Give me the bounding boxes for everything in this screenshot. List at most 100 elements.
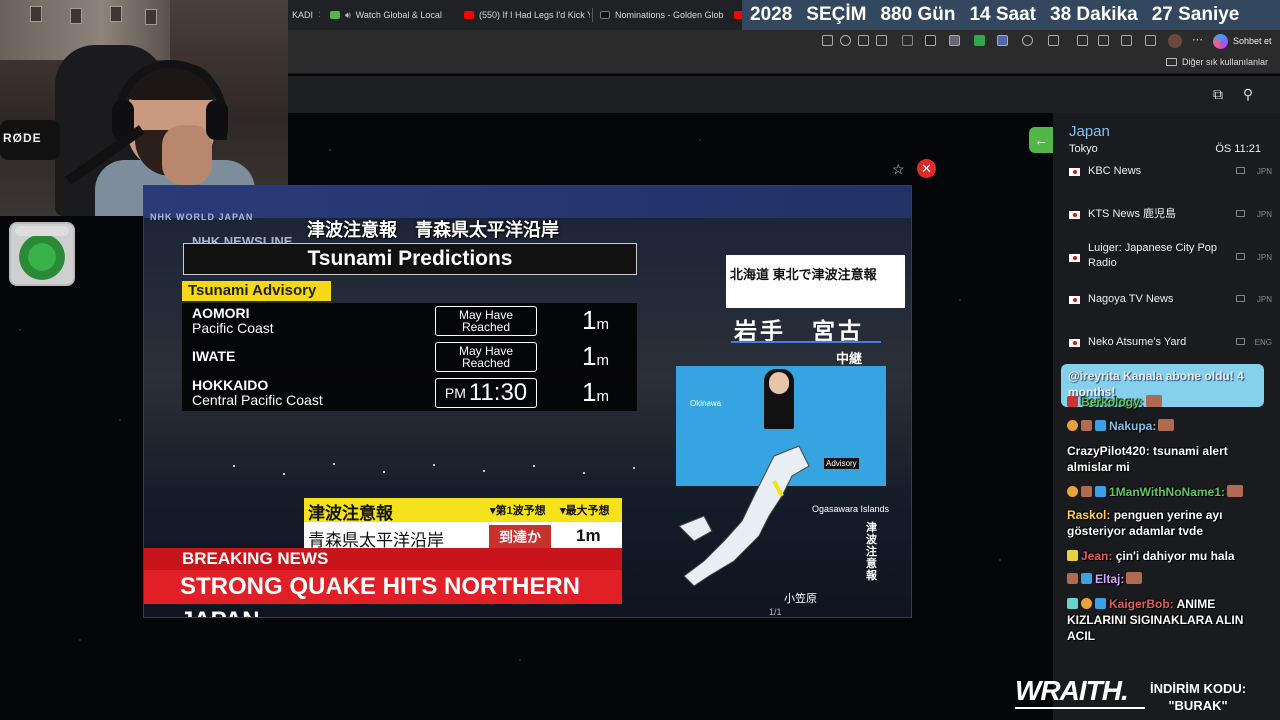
predictions-title: Tsunami Predictions [183,243,637,275]
speaker-icon[interactable]: 🔊︎ [345,10,351,21]
copilot-icon [1213,33,1228,49]
wraith-logo: WRAITH. [1015,675,1129,706]
badge-icon [1081,486,1092,497]
badge-icon [1067,486,1078,497]
badge-icon [1095,420,1106,431]
channel-item[interactable]: Luiger: Japanese City Pop Radio JPN [1053,241,1280,281]
height-value: 1 [582,341,597,371]
tab-favicon-icon [330,11,340,19]
copilot-label: Sohbet et [1233,36,1272,46]
search-icon[interactable]: ⚲ [1240,86,1256,102]
extension-icon[interactable] [974,35,985,46]
status-box: May Have Reached [435,306,537,336]
chat-user: Berkology: [1081,395,1144,409]
badge-icon [1081,420,1092,431]
badge-icon [1067,396,1078,407]
panel-country[interactable]: Japan [1069,123,1110,140]
region-label: IWATE [192,348,236,364]
heart-icon[interactable] [1121,35,1132,46]
cast-icon[interactable]: ⧉ [1210,86,1226,102]
ogasawara-jp-label: 小笠原 [784,593,817,605]
extension-icon[interactable] [902,35,913,46]
tv-icon [1236,338,1245,345]
okinawa-label: Okinawa [690,399,722,408]
jp-first-wave: ▾第1波予想 [490,505,546,517]
japan-flag-icon [1069,211,1080,219]
relay-label: 中継 [836,351,863,366]
chat-message: KaigerBob: ANIME KIZLARINI SIGINAKLARA A… [1067,596,1263,644]
prediction-row: HOKKAIDO Central Pacific Coast PM 11:30 1… [182,375,637,411]
height-value: 1 [582,377,597,407]
extension-icon[interactable] [949,35,960,46]
other-bookmarks[interactable]: Diğer sık kullanılanlar [1165,57,1268,67]
channel-name: Nagoya TV News [1088,293,1174,305]
favorites-icon[interactable] [1077,35,1088,46]
chat-user: CrazyPilot420: [1067,444,1150,458]
channel-item[interactable]: KBC News JPN [1053,163,1280,203]
arrival-time-box: PM 11:30 [435,378,537,408]
browser-toolbar: ⋯ Sohbet et [288,30,1280,52]
ogasawara-label: Ogasawara Islands [812,504,890,514]
time-value: 11:30 [468,379,528,406]
japan-flag-icon [1069,339,1080,347]
browser-tab[interactable]: (550) If I Had Legs I'd Kick Y ✕ [460,4,590,26]
tv-icon [1236,210,1245,217]
video-player[interactable]: NHK WORLD JAPAN 津波注意報 青森県太平洋沿岸 NHK NEWSL… [143,185,912,618]
promo-value: "BURAK" [1168,698,1228,713]
translate-icon[interactable] [840,35,851,46]
channel-lang: JPN [1256,167,1272,176]
shelf-figure [145,9,157,25]
countdown-label: SEÇİM [806,4,867,25]
mic-brand-label: RØDE [3,131,42,145]
headphone-cup [206,100,228,140]
japan-map-icon [678,445,810,587]
close-tab-icon[interactable]: ✕ [318,10,320,21]
channel-lang: JPN [1256,295,1272,304]
shelf-figure [70,8,82,24]
channel-item[interactable]: KTS News 鹿児島 JPN [1053,206,1280,246]
region-name: IWATE [192,349,235,364]
chat-message: Berkology: [1067,394,1263,410]
folder-icon [1165,58,1177,66]
nhk-world-logo: NHK WORLD JAPAN [150,212,254,222]
headline-bar: STRONG QUAKE HITS NORTHERN JAPAN [144,570,622,617]
countdown-minutes: 38 Dakika [1050,4,1138,25]
time-prefix: PM [444,385,466,401]
screen: KADI ✕ 🔊︎ Watch Global & Local ✕ (550) I… [0,0,1280,720]
favorites-bar-icon[interactable] [1098,35,1109,46]
browser-tab-active[interactable]: 🔊︎ Watch Global & Local ✕ [326,4,444,26]
close-player-button[interactable]: ✕ [917,159,936,178]
reader-icon[interactable] [858,35,869,46]
region-name: AOMORI Pacific Coast [192,306,274,336]
channel-name: KTS News 鹿児島 [1088,208,1177,220]
star-icon[interactable]: ☆ [892,161,905,178]
extension-icon[interactable] [925,35,936,46]
browser-tab[interactable]: KADI ✕ [288,4,320,26]
tab-title: Nominations - Golden Glob [615,10,724,20]
split-screen-icon[interactable] [1048,35,1059,46]
refresh-icon[interactable] [1022,35,1033,46]
region-area: Pacific Coast [192,320,274,336]
badge-icon [1081,573,1092,584]
channel-item[interactable]: Nagoya TV News JPN [1053,291,1280,331]
browser-tab[interactable]: Nominations - Golden Glob ✕ [596,4,726,26]
vertical-advisory-label: 津波注意報 [866,522,877,582]
wave-height: 1m [582,341,609,372]
profile-avatar[interactable] [1168,34,1182,48]
collections-icon[interactable] [1145,35,1156,46]
favorite-icon[interactable] [876,35,887,46]
video-header-bar [144,186,911,218]
apps-icon[interactable] [822,35,833,46]
copilot-button[interactable]: Sohbet et [1213,32,1272,50]
back-arrow-icon[interactable]: ← [1029,127,1053,153]
promo-label: İNDİRİM KODU: [1150,681,1247,696]
extension-icon[interactable] [997,35,1008,46]
tab-title: (550) If I Had Legs I'd Kick Y [479,10,590,20]
chat-message: Nakupa: [1067,418,1263,434]
more-icon[interactable]: ⋯ [1192,33,1203,46]
chat-message: CrazyPilot420: tsunami alert almislar mi [1067,443,1263,475]
badge-icon [1095,598,1106,609]
jp-max-pred: ▾最大予想 [560,505,610,517]
panel-city: Tokyo [1069,143,1098,155]
japan-flag-icon [1069,254,1080,262]
